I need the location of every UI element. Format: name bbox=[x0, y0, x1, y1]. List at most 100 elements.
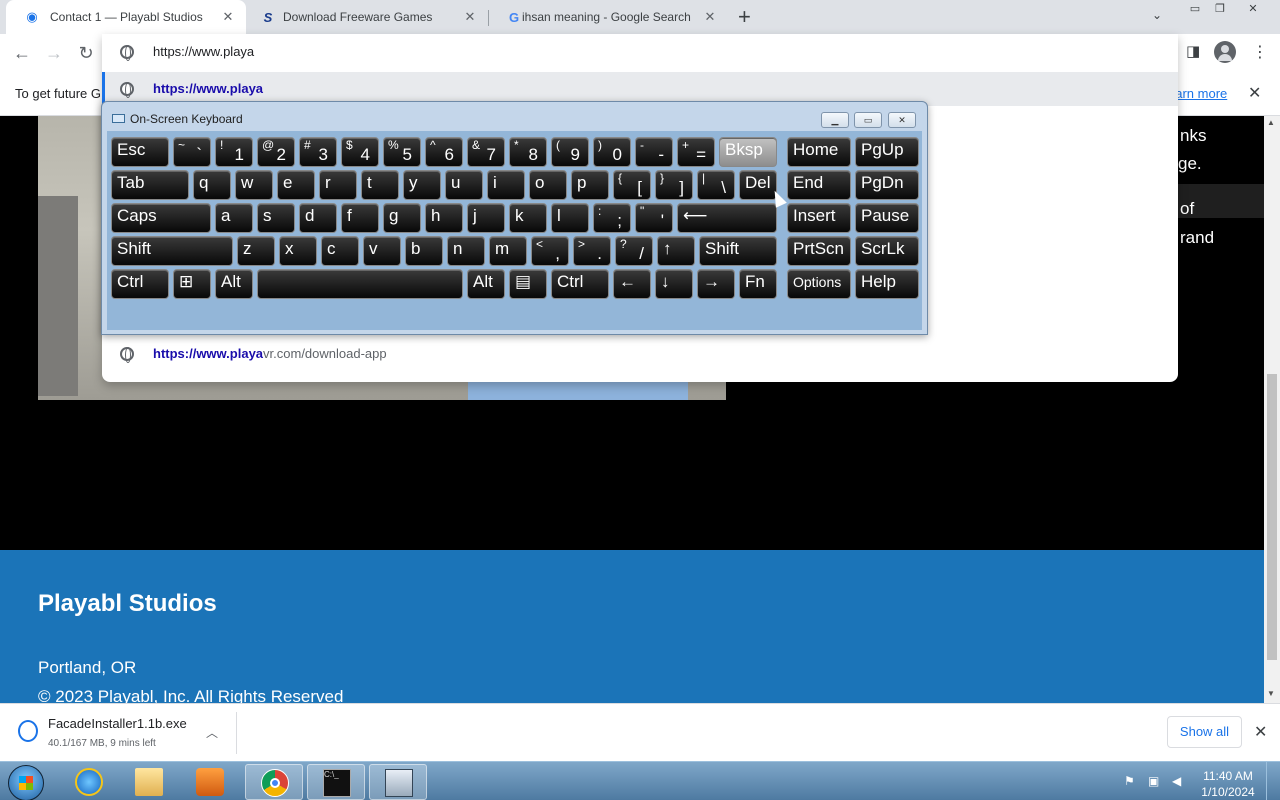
action-center-icon[interactable]: ⚑ bbox=[1124, 774, 1140, 788]
page-scrollbar[interactable]: ▲ ▼ bbox=[1264, 116, 1280, 703]
restore-icon[interactable]: ❐ bbox=[1211, 2, 1229, 16]
footer-brand[interactable]: Playabl Studios bbox=[38, 590, 217, 618]
profile-icon[interactable] bbox=[1214, 41, 1236, 63]
key-n[interactable]: n bbox=[447, 236, 485, 266]
key-bksp[interactable]: Bksp bbox=[719, 137, 777, 167]
key-p[interactable]: p bbox=[571, 170, 609, 200]
key-symbol[interactable]: -- bbox=[635, 137, 673, 167]
key-symbol[interactable]: | \ bbox=[697, 170, 735, 200]
key-fn[interactable]: Fn bbox=[739, 269, 777, 299]
osk-maximize-icon[interactable]: ▭ bbox=[854, 112, 882, 128]
key-symbol[interactable]: ⟵ bbox=[677, 203, 777, 233]
ie-taskbar-item[interactable] bbox=[60, 764, 118, 800]
chevron-up-icon[interactable]: ︿ bbox=[206, 724, 218, 741]
menu-icon[interactable]: ⋮ bbox=[1252, 42, 1268, 62]
start-button[interactable] bbox=[8, 765, 44, 800]
key-o[interactable]: o bbox=[529, 170, 567, 200]
scroll-down-icon[interactable]: ▼ bbox=[1267, 689, 1275, 698]
key-2[interactable]: @2 bbox=[257, 137, 295, 167]
key-q[interactable]: q bbox=[193, 170, 231, 200]
forward-icon[interactable]: → bbox=[43, 42, 65, 64]
key-space[interactable] bbox=[257, 269, 463, 299]
key-i[interactable]: i bbox=[487, 170, 525, 200]
key-symbol[interactable]: → bbox=[697, 269, 735, 299]
key-1[interactable]: ! 1 bbox=[215, 137, 253, 167]
key-s[interactable]: s bbox=[257, 203, 295, 233]
key-symbol[interactable]: }] bbox=[655, 170, 693, 200]
key-v[interactable]: v bbox=[363, 236, 401, 266]
close-tab-icon[interactable]: ✕ bbox=[462, 9, 478, 25]
close-window-icon[interactable]: ✕ bbox=[1244, 2, 1262, 16]
download-filename[interactable]: FacadeInstaller1.1b.exe bbox=[48, 716, 187, 731]
key-z[interactable]: z bbox=[237, 236, 275, 266]
key-pgup[interactable]: PgUp bbox=[855, 137, 919, 167]
close-tab-icon[interactable]: ✕ bbox=[702, 9, 718, 25]
key-shift[interactable]: Shift bbox=[111, 236, 233, 266]
key-e[interactable]: e bbox=[277, 170, 315, 200]
osk-taskbar-item[interactable] bbox=[369, 764, 427, 800]
close-icon[interactable]: ✕ bbox=[1248, 83, 1261, 103]
key-symbol[interactable]: ↓ bbox=[655, 269, 693, 299]
key-g[interactable]: g bbox=[383, 203, 421, 233]
key-j[interactable]: j bbox=[467, 203, 505, 233]
key-9[interactable]: (9 bbox=[551, 137, 589, 167]
key-symbol[interactable]: ↑ bbox=[657, 236, 695, 266]
network-icon[interactable]: ▣ bbox=[1148, 774, 1164, 788]
key-w[interactable]: w bbox=[235, 170, 273, 200]
show-desktop-button[interactable] bbox=[1266, 762, 1280, 800]
key-ctrl[interactable]: Ctrl bbox=[551, 269, 609, 299]
key-esc[interactable]: Esc bbox=[111, 137, 169, 167]
key-symbol[interactable]: >. bbox=[573, 236, 611, 266]
back-icon[interactable]: ← bbox=[11, 42, 33, 64]
close-tab-icon[interactable]: ✕ bbox=[220, 9, 236, 25]
key-t[interactable]: t bbox=[361, 170, 399, 200]
reload-icon[interactable]: ↻ bbox=[75, 42, 97, 64]
key-symbol[interactable]: {[ bbox=[613, 170, 651, 200]
cmd-taskbar-item[interactable]: C:\_ bbox=[307, 764, 365, 800]
key-help[interactable]: Help bbox=[855, 269, 919, 299]
key-pause[interactable]: Pause bbox=[855, 203, 919, 233]
key-symbol[interactable]: " ' bbox=[635, 203, 673, 233]
scroll-thumb[interactable] bbox=[1267, 374, 1277, 660]
key-symbol[interactable]: ▤ bbox=[509, 269, 547, 299]
new-tab-button[interactable]: + bbox=[738, 5, 751, 29]
key-u[interactable]: u bbox=[445, 170, 483, 200]
key-shift[interactable]: Shift bbox=[699, 236, 777, 266]
key-y[interactable]: y bbox=[403, 170, 441, 200]
key-tab[interactable]: Tab bbox=[111, 170, 189, 200]
key-end[interactable]: End bbox=[787, 170, 851, 200]
minimize-icon[interactable]: ▭ bbox=[1186, 2, 1204, 16]
key-r[interactable]: r bbox=[319, 170, 357, 200]
key-f[interactable]: f bbox=[341, 203, 379, 233]
key-6[interactable]: ^ 6 bbox=[425, 137, 463, 167]
clock[interactable]: 11:40 AM 1/10/2024 bbox=[1196, 768, 1260, 800]
key-symbol[interactable]: ← bbox=[613, 269, 651, 299]
key-m[interactable]: m bbox=[489, 236, 527, 266]
tab-search-icon[interactable]: ⌄ bbox=[1152, 8, 1162, 22]
key-home[interactable]: Home bbox=[787, 137, 851, 167]
suggestion-item[interactable]: https://www.playavr.com/download-app bbox=[102, 340, 1178, 368]
key-5[interactable]: % 5 bbox=[383, 137, 421, 167]
key-b[interactable]: b bbox=[405, 236, 443, 266]
key-symbol[interactable]: ? / bbox=[615, 236, 653, 266]
key-3[interactable]: #3 bbox=[299, 137, 337, 167]
key-insert[interactable]: Insert bbox=[787, 203, 851, 233]
key-7[interactable]: & 7 bbox=[467, 137, 505, 167]
tab-google[interactable]: G ihsan meaning - Google Search ✕ bbox=[488, 0, 728, 34]
osk-close-icon[interactable]: ✕ bbox=[888, 112, 916, 128]
media-taskbar-item[interactable] bbox=[181, 764, 239, 800]
key-8[interactable]: * 8 bbox=[509, 137, 547, 167]
key-k[interactable]: k bbox=[509, 203, 547, 233]
address-input[interactable]: https://www.playa bbox=[153, 44, 254, 59]
key-alt[interactable]: Alt bbox=[467, 269, 505, 299]
scroll-up-icon[interactable]: ▲ bbox=[1267, 118, 1275, 127]
key-symbol[interactable]: ⊞ bbox=[173, 269, 211, 299]
key-options[interactable]: Options bbox=[787, 269, 851, 299]
show-all-button[interactable]: Show all bbox=[1167, 716, 1242, 748]
tab-freeware[interactable]: S Download Freeware Games ✕ bbox=[242, 0, 488, 34]
key-c[interactable]: c bbox=[321, 236, 359, 266]
key-0[interactable]: ) 0 bbox=[593, 137, 631, 167]
key-symbol[interactable]: <, bbox=[531, 236, 569, 266]
close-icon[interactable]: ✕ bbox=[1254, 722, 1267, 742]
side-panel-icon[interactable]: ◨ bbox=[1186, 42, 1200, 60]
